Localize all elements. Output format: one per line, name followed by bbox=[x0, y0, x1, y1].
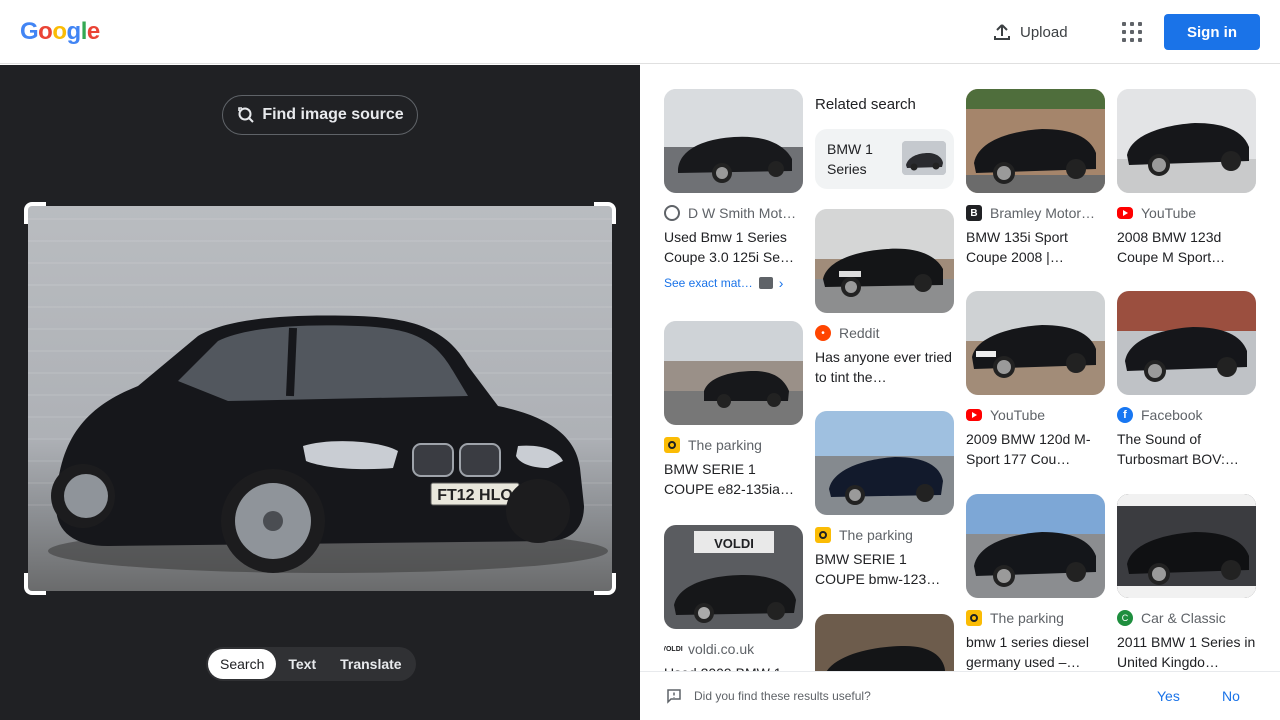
result-source: C Car & Classic bbox=[1117, 610, 1256, 626]
result-title: The Sound of Turbosmart BOV:… bbox=[1117, 431, 1239, 467]
feedback-bar: Did you find these results useful? Yes N… bbox=[640, 671, 1280, 720]
voldi-sign-text: VOLDI bbox=[714, 536, 754, 551]
logo-letter: o bbox=[52, 18, 67, 45]
result-card[interactable] bbox=[815, 614, 954, 671]
voldi-favicon-icon: VOLDI bbox=[664, 645, 683, 653]
result-title: BMW 135i Sport Coupe 2008 |… bbox=[966, 229, 1068, 265]
camera-thumb-icon bbox=[758, 277, 773, 289]
logo-letter: e bbox=[86, 18, 100, 45]
feedback-question: Did you find these results useful? bbox=[694, 689, 871, 703]
visual-matches-grid: D W Smith Mot… Used Bmw 1 Series Coupe 3… bbox=[640, 65, 1280, 671]
related-search-heading: Related search bbox=[815, 96, 916, 113]
related-search-thumbnail bbox=[902, 141, 946, 175]
feedback-icon bbox=[667, 689, 681, 704]
feedback-no-button[interactable]: No bbox=[1222, 688, 1240, 704]
result-card[interactable]: YouTube 2008 BMW 123d Coupe M Sport… bbox=[1117, 89, 1256, 267]
reddit-favicon-icon: • bbox=[815, 325, 831, 341]
tab-search[interactable]: Search bbox=[208, 649, 277, 679]
apps-grid-icon[interactable] bbox=[1120, 20, 1144, 44]
query-image-crop[interactable]: FT12 HLO bbox=[24, 202, 616, 595]
result-thumbnail bbox=[1117, 494, 1256, 598]
see-exact-matches-link[interactable]: See exact mat… › bbox=[664, 275, 803, 291]
find-image-source-button[interactable]: Find image source bbox=[222, 95, 418, 135]
result-source: The parking bbox=[664, 437, 803, 453]
result-card[interactable]: B Bramley Motor… BMW 135i Sport Coupe 20… bbox=[966, 89, 1105, 267]
bramley-favicon-icon: B bbox=[966, 205, 982, 221]
result-card[interactable]: The parking BMW SERIE 1 COUPE bmw-123… bbox=[815, 411, 954, 589]
feedback-yes-button[interactable]: Yes bbox=[1157, 688, 1180, 704]
result-source: The parking bbox=[966, 610, 1105, 626]
result-source: • Reddit bbox=[815, 325, 954, 341]
result-thumbnail bbox=[966, 494, 1105, 598]
lens-query-panel: Find image source FT12 HLO Search Text T… bbox=[0, 65, 640, 720]
lens-search-icon bbox=[238, 107, 255, 123]
lens-mode-tabs: Search Text Translate bbox=[206, 647, 416, 681]
find-image-source-label: Find image source bbox=[262, 106, 404, 123]
result-title: 2008 BMW 123d Coupe M Sport… bbox=[1117, 229, 1226, 265]
result-card[interactable]: YouTube 2009 BMW 120d M-Sport 177 Cou… bbox=[966, 291, 1105, 469]
sign-in-button[interactable]: Sign in bbox=[1164, 14, 1260, 50]
result-source: f Facebook bbox=[1117, 407, 1256, 423]
result-card[interactable]: f Facebook The Sound of Turbosmart BOV:… bbox=[1117, 291, 1256, 469]
result-thumbnail bbox=[1117, 89, 1256, 193]
result-source: YouTube bbox=[966, 407, 1105, 423]
result-title: Used Bmw 1 Series Coupe 3.0 125i Se… bbox=[664, 229, 794, 265]
result-thumbnail bbox=[815, 209, 954, 313]
result-thumbnail bbox=[966, 89, 1105, 193]
result-card[interactable]: • Reddit Has anyone ever tried to tint t… bbox=[815, 209, 954, 387]
result-thumbnail bbox=[664, 89, 803, 193]
logo-letter: o bbox=[38, 18, 53, 45]
result-thumbnail bbox=[664, 321, 803, 425]
google-logo[interactable]: Google bbox=[20, 18, 100, 46]
upload-label: Upload bbox=[1020, 23, 1068, 41]
youtube-favicon-icon bbox=[966, 409, 982, 421]
related-search-label: BMW 1 Series bbox=[827, 141, 873, 177]
result-title: Has anyone ever tried to tint the… bbox=[815, 349, 952, 385]
facebook-favicon-icon: f bbox=[1117, 407, 1133, 423]
query-image: FT12 HLO bbox=[28, 206, 612, 591]
car-classic-favicon-icon: C bbox=[1117, 610, 1133, 626]
tab-translate[interactable]: Translate bbox=[328, 649, 413, 679]
chevron-right-icon: › bbox=[778, 275, 784, 291]
parking-favicon-icon bbox=[966, 610, 982, 626]
result-title: Used 2009 BMW 1 Series… bbox=[664, 663, 803, 671]
result-thumbnail bbox=[815, 411, 954, 515]
result-thumbnail bbox=[815, 614, 954, 671]
result-source: B Bramley Motor… bbox=[966, 205, 1105, 221]
tab-text[interactable]: Text bbox=[276, 649, 328, 679]
result-source: The parking bbox=[815, 527, 954, 543]
related-search-chip[interactable]: BMW 1 Series bbox=[815, 129, 954, 189]
parking-favicon-icon bbox=[664, 437, 680, 453]
result-source: D W Smith Mot… bbox=[664, 205, 803, 221]
result-title: bmw 1 series diesel germany used –… bbox=[966, 634, 1089, 670]
result-title: BMW SERIE 1 COUPE e82-135ia… bbox=[664, 461, 794, 497]
result-source: YouTube bbox=[1117, 205, 1256, 221]
parking-favicon-icon bbox=[815, 527, 831, 543]
logo-letter: G bbox=[20, 18, 39, 45]
top-bar: Google Upload Sign in bbox=[0, 0, 1280, 64]
result-thumbnail bbox=[1117, 291, 1256, 395]
youtube-favicon-icon bbox=[1117, 207, 1133, 219]
result-card[interactable]: D W Smith Mot… Used Bmw 1 Series Coupe 3… bbox=[664, 89, 803, 291]
upload-button[interactable]: Upload bbox=[992, 20, 1068, 44]
result-source: VOLDI voldi.co.uk bbox=[664, 641, 755, 657]
upload-icon bbox=[994, 24, 1010, 40]
result-card[interactable]: The parking bmw 1 series diesel germany … bbox=[966, 494, 1105, 671]
result-title: 2011 BMW 1 Series in United Kingdo… bbox=[1117, 634, 1256, 670]
result-thumbnail bbox=[966, 291, 1105, 395]
license-plate-text: FT12 HLO bbox=[437, 487, 513, 504]
result-title: BMW SERIE 1 COUPE bmw-123… bbox=[815, 551, 941, 587]
wheel-favicon-icon bbox=[664, 205, 680, 221]
result-card[interactable]: VOLDI VOLDI voldi.co.uk Used 2009 BMW 1 … bbox=[664, 525, 803, 671]
result-thumbnail: VOLDI bbox=[664, 525, 803, 629]
result-card[interactable]: The parking BMW SERIE 1 COUPE e82-135ia… bbox=[664, 321, 803, 499]
logo-letter: g bbox=[66, 18, 82, 45]
result-title: 2009 BMW 120d M-Sport 177 Cou… bbox=[966, 431, 1091, 467]
result-card[interactable]: C Car & Classic 2011 BMW 1 Series in Uni… bbox=[1117, 494, 1256, 671]
